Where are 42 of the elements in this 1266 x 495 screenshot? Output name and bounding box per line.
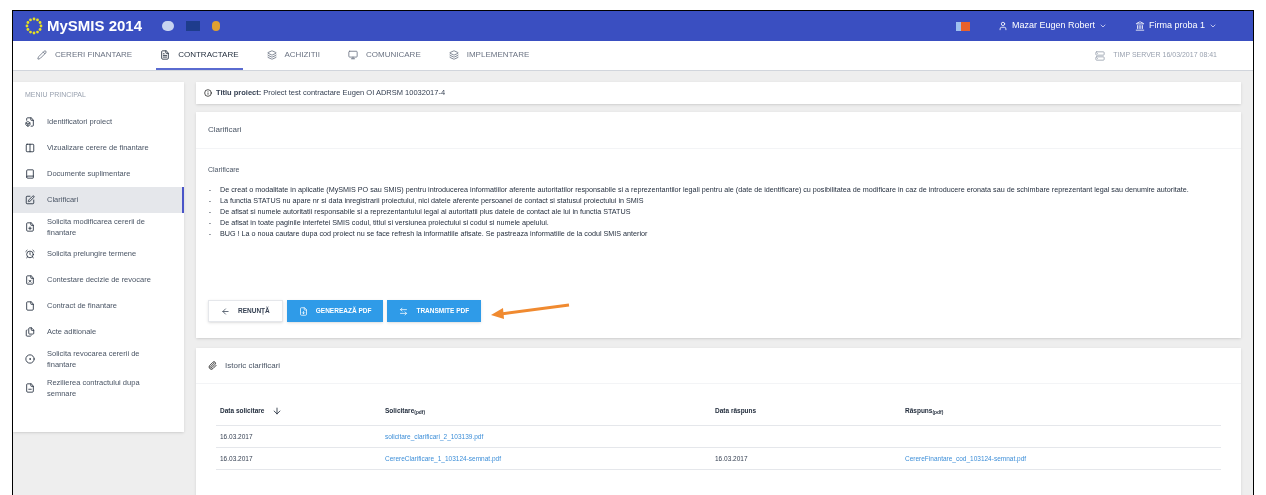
- layers-icon: [266, 49, 277, 60]
- card-title: Clarificari: [196, 112, 1241, 149]
- emblem-icon: [162, 21, 175, 31]
- user-icon: [997, 21, 1008, 31]
- file-x-icon: [25, 275, 35, 285]
- nav-tab[interactable]: CERERI FINANTARE: [33, 41, 137, 70]
- logo-icon: [212, 21, 221, 31]
- card-title: Istoric clarificari: [225, 359, 281, 372]
- sort-arrow-icon[interactable]: [272, 405, 283, 416]
- flag-icon: [186, 21, 201, 31]
- nav-tab[interactable]: ACHIZITII: [262, 41, 325, 70]
- files-icon: [25, 327, 35, 337]
- caret-icon: [1209, 22, 1217, 30]
- nav-tab[interactable]: COMUNICARE: [344, 41, 425, 70]
- bank-icon: [1134, 21, 1145, 31]
- circle-icon: [25, 354, 35, 365]
- book-icon: [25, 168, 35, 179]
- monitor-icon: [348, 49, 359, 60]
- app-title: MySMIS 2014: [47, 15, 143, 36]
- arrows-icon: [399, 306, 409, 316]
- file-icon: [25, 301, 35, 311]
- file-plus-icon: [25, 221, 35, 232]
- alarm-clock-icon: [25, 249, 35, 259]
- nav-tab[interactable]: CONTRACTARE: [156, 41, 243, 70]
- arrow-left-icon: [221, 306, 230, 316]
- edit-icon: [25, 194, 35, 205]
- paperclip-icon: [208, 361, 217, 370]
- pencil-icon: [37, 49, 47, 60]
- columns-icon: [25, 142, 35, 153]
- flag-icon: [955, 21, 970, 31]
- nav-tab[interactable]: IMPLEMENTARE: [444, 41, 534, 70]
- file-icon: [25, 116, 35, 127]
- document-icon: [160, 49, 171, 60]
- document-icon: [298, 306, 308, 316]
- star-ring-logo-icon: [25, 17, 43, 35]
- company-menu[interactable]: Firma proba 1: [1134, 19, 1217, 33]
- server-icon: [1095, 50, 1106, 61]
- user-menu[interactable]: Mazar Eugen Robert: [997, 19, 1107, 33]
- file-minus-icon: [25, 382, 35, 393]
- info-icon: [204, 89, 212, 97]
- layers-icon: [448, 49, 459, 60]
- caret-icon: [1098, 22, 1107, 30]
